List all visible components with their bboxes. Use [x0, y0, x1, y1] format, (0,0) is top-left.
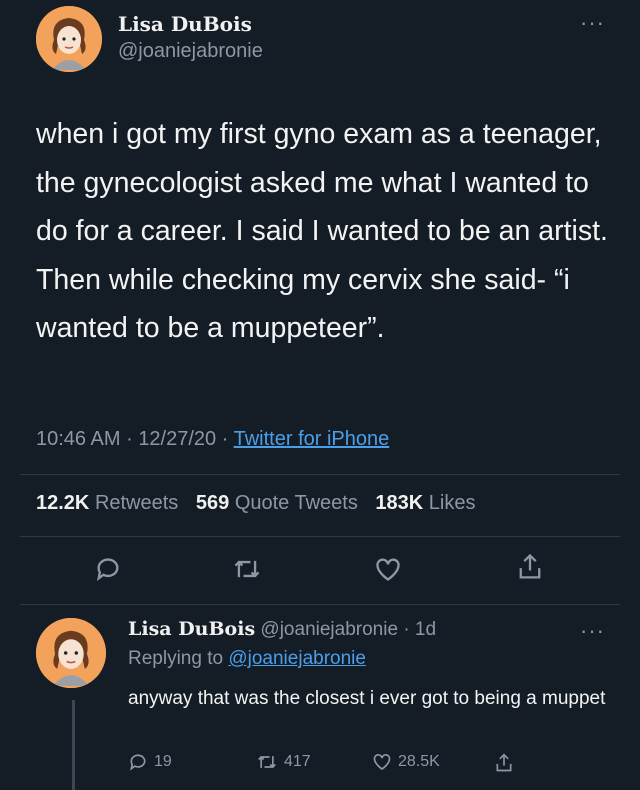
meta-separator: ·	[221, 428, 229, 450]
reply-author-avatar[interactable]	[36, 618, 106, 688]
replying-to-link[interactable]: @joaniejabronie	[228, 648, 366, 669]
divider	[20, 604, 620, 605]
replying-to-line: Replying to @joaniejabronie	[128, 648, 366, 670]
reply-header: Lisa DuBois @joaniejabronie · 1d	[128, 618, 436, 641]
tweet-text: when i got my first gyno exam as a teena…	[36, 118, 608, 344]
divider	[20, 536, 620, 537]
reply-like-action[interactable]: 28.5K	[372, 752, 440, 771]
likes-stat[interactable]: 183K Likes	[375, 492, 475, 514]
thread-line	[72, 700, 75, 790]
tweet-date: 12/27/20	[138, 428, 217, 450]
author-handle[interactable]: @joaniejabronie	[118, 40, 263, 63]
share-icon[interactable]	[516, 552, 544, 582]
reply-icon[interactable]	[94, 555, 122, 583]
share-icon	[496, 753, 512, 772]
retweet-icon[interactable]	[232, 555, 262, 583]
tweet-stats: 12.2K Retweets 569 Quote Tweets 183K Lik…	[36, 492, 476, 515]
like-icon	[373, 754, 391, 771]
retweet-icon	[258, 755, 276, 769]
reply-age: · 1d	[403, 619, 437, 640]
reply-retweets-count: 417	[284, 753, 311, 770]
quote-tweets-stat[interactable]: 569 Quote Tweets	[196, 492, 358, 514]
reply-author-name[interactable]: Lisa DuBois	[128, 618, 255, 640]
tweet-meta: 10:46 AM · 12/27/20 · Twitter for iPhone	[36, 428, 389, 451]
like-icon[interactable]	[374, 556, 402, 582]
more-dots-icon[interactable]: ···	[580, 12, 605, 34]
reply-icon	[130, 754, 146, 771]
reply-author-handle[interactable]: @joaniejabronie	[260, 619, 398, 640]
reply-retweet-action[interactable]: 417	[256, 752, 311, 772]
retweets-stat[interactable]: 12.2K Retweets	[36, 492, 178, 514]
meta-separator: ·	[126, 428, 133, 450]
reply-more-dots-icon[interactable]: ···	[580, 620, 605, 642]
tweet-source-link[interactable]: Twitter for iPhone	[234, 428, 390, 450]
reply-likes-count: 28.5K	[398, 752, 440, 770]
reply-text: anyway that was the closest i ever got t…	[128, 688, 606, 709]
reply-share-action[interactable]	[494, 752, 514, 774]
divider	[20, 474, 620, 475]
reply-reply-action[interactable]: 19	[128, 752, 172, 772]
author-name[interactable]: Lisa DuBois	[118, 12, 252, 36]
author-avatar[interactable]	[36, 6, 102, 72]
replying-prefix: Replying to	[128, 648, 224, 669]
avatar-portrait-icon	[36, 618, 106, 688]
tweet-time: 10:46 AM	[36, 428, 121, 450]
reply-replies-count: 19	[154, 753, 172, 770]
avatar-portrait-icon	[36, 6, 102, 72]
